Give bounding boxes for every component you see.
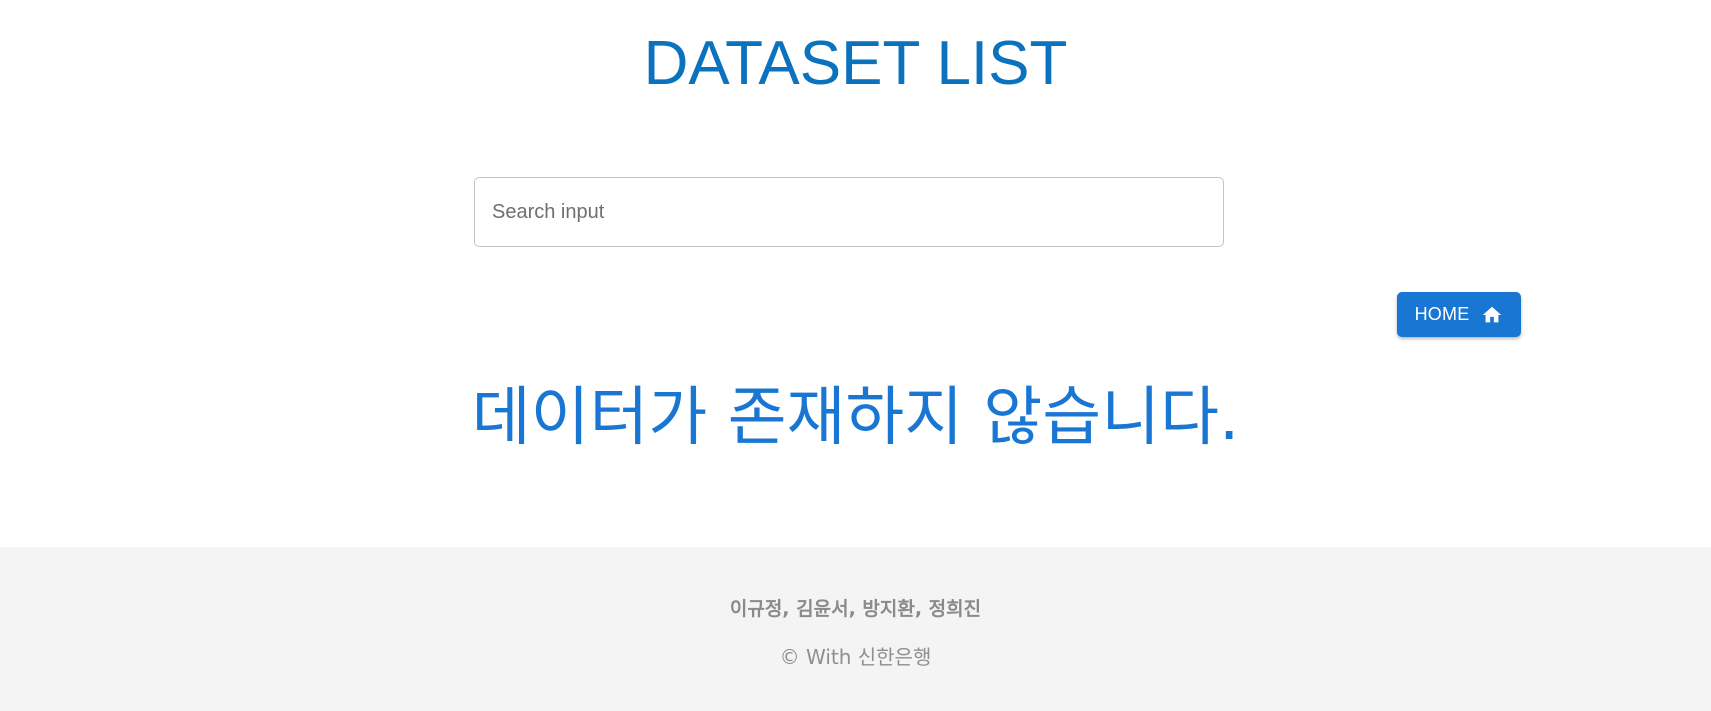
home-button[interactable]: HOME <box>1397 292 1521 337</box>
footer-authors: 이규정, 김윤서, 방지환, 정희진 <box>729 598 982 620</box>
home-button-label: HOME <box>1414 304 1470 324</box>
search-field[interactable] <box>474 177 1224 247</box>
empty-state-message: 데이터가 존재하지 않습니다. <box>471 381 1240 455</box>
page-title: DATASET LIST <box>643 29 1068 98</box>
footer-copyright: © With 신한은행 <box>779 645 932 669</box>
search-input[interactable] <box>475 178 1223 246</box>
footer: 이규정, 김윤서, 방지환, 정희진 © With 신한은행 <box>0 547 1711 711</box>
home-icon <box>1481 304 1503 326</box>
